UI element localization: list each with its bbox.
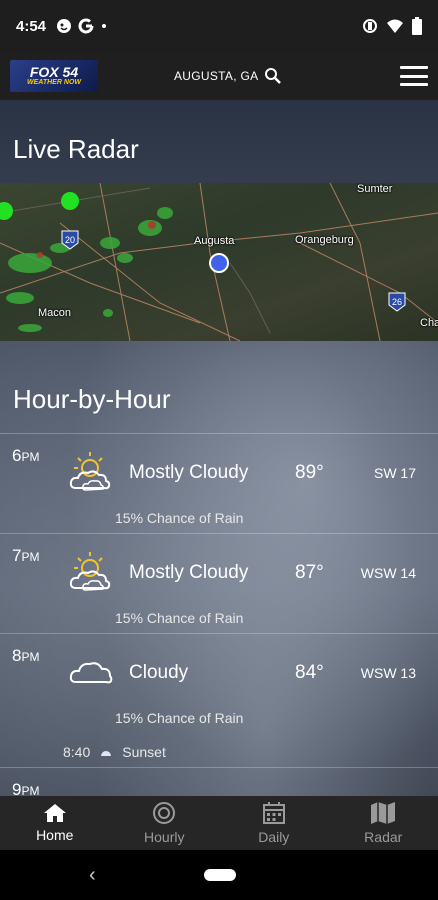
city-label: Augusta [194, 235, 235, 247]
tab-hourly[interactable]: Hourly [110, 796, 220, 850]
logo-subtext: WEATHER NOW [27, 79, 81, 86]
hour-by-hour-title: Hour-by-Hour [13, 384, 171, 414]
tab-label: Hourly [144, 829, 185, 845]
tab-radar[interactable]: Radar [329, 796, 438, 850]
hour-label: 8PM [12, 646, 40, 665]
condition-text: Mostly Cloudy [129, 562, 249, 583]
city-label: Sumter [357, 183, 393, 195]
fox54-logo[interactable]: FOX 54 WEATHER NOW [10, 60, 98, 92]
location-selector[interactable]: AUGUSTA, GA [174, 67, 282, 85]
city-label: Macon [38, 307, 72, 319]
tab-label: Daily [258, 829, 290, 845]
city-label: Orangeburg [295, 234, 354, 246]
home-icon [43, 804, 66, 822]
rain-chance: 15% Chance of Rain [115, 610, 244, 626]
temperature: 89° [295, 462, 324, 483]
wind: SW 17 [373, 465, 416, 481]
sunset-icon [101, 751, 112, 756]
battery-icon [412, 17, 422, 35]
hour-label: 6PM [12, 446, 40, 465]
temperature: 84° [295, 662, 324, 683]
map-icon [371, 802, 396, 824]
tab-label: Home [36, 827, 74, 843]
google-icon [78, 18, 94, 34]
main-content[interactable]: Live Radar 20 26 Sumter Augusta Orangebu… [0, 100, 438, 796]
city-label: Cha [420, 317, 438, 329]
radar-map[interactable]: 20 26 Sumter Augusta Orangeburg Macon Ch… [0, 183, 438, 341]
status-bar: 4:54 [0, 0, 438, 52]
back-icon[interactable]: ‹ [89, 864, 96, 887]
hour-label: 7PM [12, 546, 40, 565]
tab-daily[interactable]: Daily [219, 796, 329, 850]
hamburger-menu-icon[interactable] [400, 66, 428, 86]
hourly-row[interactable]: 9PM [0, 767, 438, 796]
hourly-row[interactable]: 8PM Cloudy 84° WSW 13 15% Chance of Rain… [0, 633, 438, 767]
logo-text: FOX 54 [29, 64, 79, 80]
app-header: FOX 54 WEATHER NOW AUGUSTA, GA [0, 52, 438, 100]
cloud-icon [69, 662, 113, 684]
bottom-tab-bar: Home Hourly Daily Radar [0, 796, 438, 850]
hourly-row[interactable]: 6PM Mostly Cloudy 89° SW 17 15% Chance o… [0, 433, 438, 533]
dot-icon [102, 24, 107, 28]
rain-chance: 15% Chance of Rain [115, 510, 244, 526]
rain-chance: 15% Chance of Rain [115, 710, 244, 726]
system-nav-bar: ‹ [0, 850, 438, 900]
tab-home[interactable]: Home [0, 796, 110, 850]
temperature: 87° [295, 562, 324, 583]
status-time: 4:54 [16, 17, 47, 35]
location-label: AUGUSTA, GA [174, 69, 259, 83]
calendar-icon [262, 802, 285, 824]
theater-icon [57, 19, 72, 33]
wind: WSW 13 [360, 665, 416, 681]
partly-cloudy-sun-icon [69, 452, 111, 491]
wind: WSW 14 [360, 565, 416, 581]
live-radar-title: Live Radar [13, 134, 139, 164]
sunset-time: 8:40 [63, 744, 91, 760]
partly-cloudy-sun-icon [69, 552, 111, 591]
hourly-row[interactable]: 7PM Mostly Cloudy 87° WSW 14 15% Chance … [0, 533, 438, 633]
hour-label: 9PM [12, 780, 40, 796]
search-icon[interactable] [264, 67, 282, 85]
sunset-info: 8:40 Sunset [63, 744, 166, 760]
clock-icon [153, 802, 176, 824]
tab-label: Radar [364, 829, 403, 845]
condition-text: Cloudy [129, 662, 189, 683]
condition-text: Mostly Cloudy [129, 462, 249, 483]
vibrate-icon [363, 19, 377, 33]
sunset-label: Sunset [122, 744, 166, 760]
highway-20-label: 20 [65, 235, 75, 245]
highway-26-label: 26 [392, 297, 402, 307]
wifi-icon [387, 19, 403, 33]
home-pill-icon[interactable] [204, 869, 236, 881]
